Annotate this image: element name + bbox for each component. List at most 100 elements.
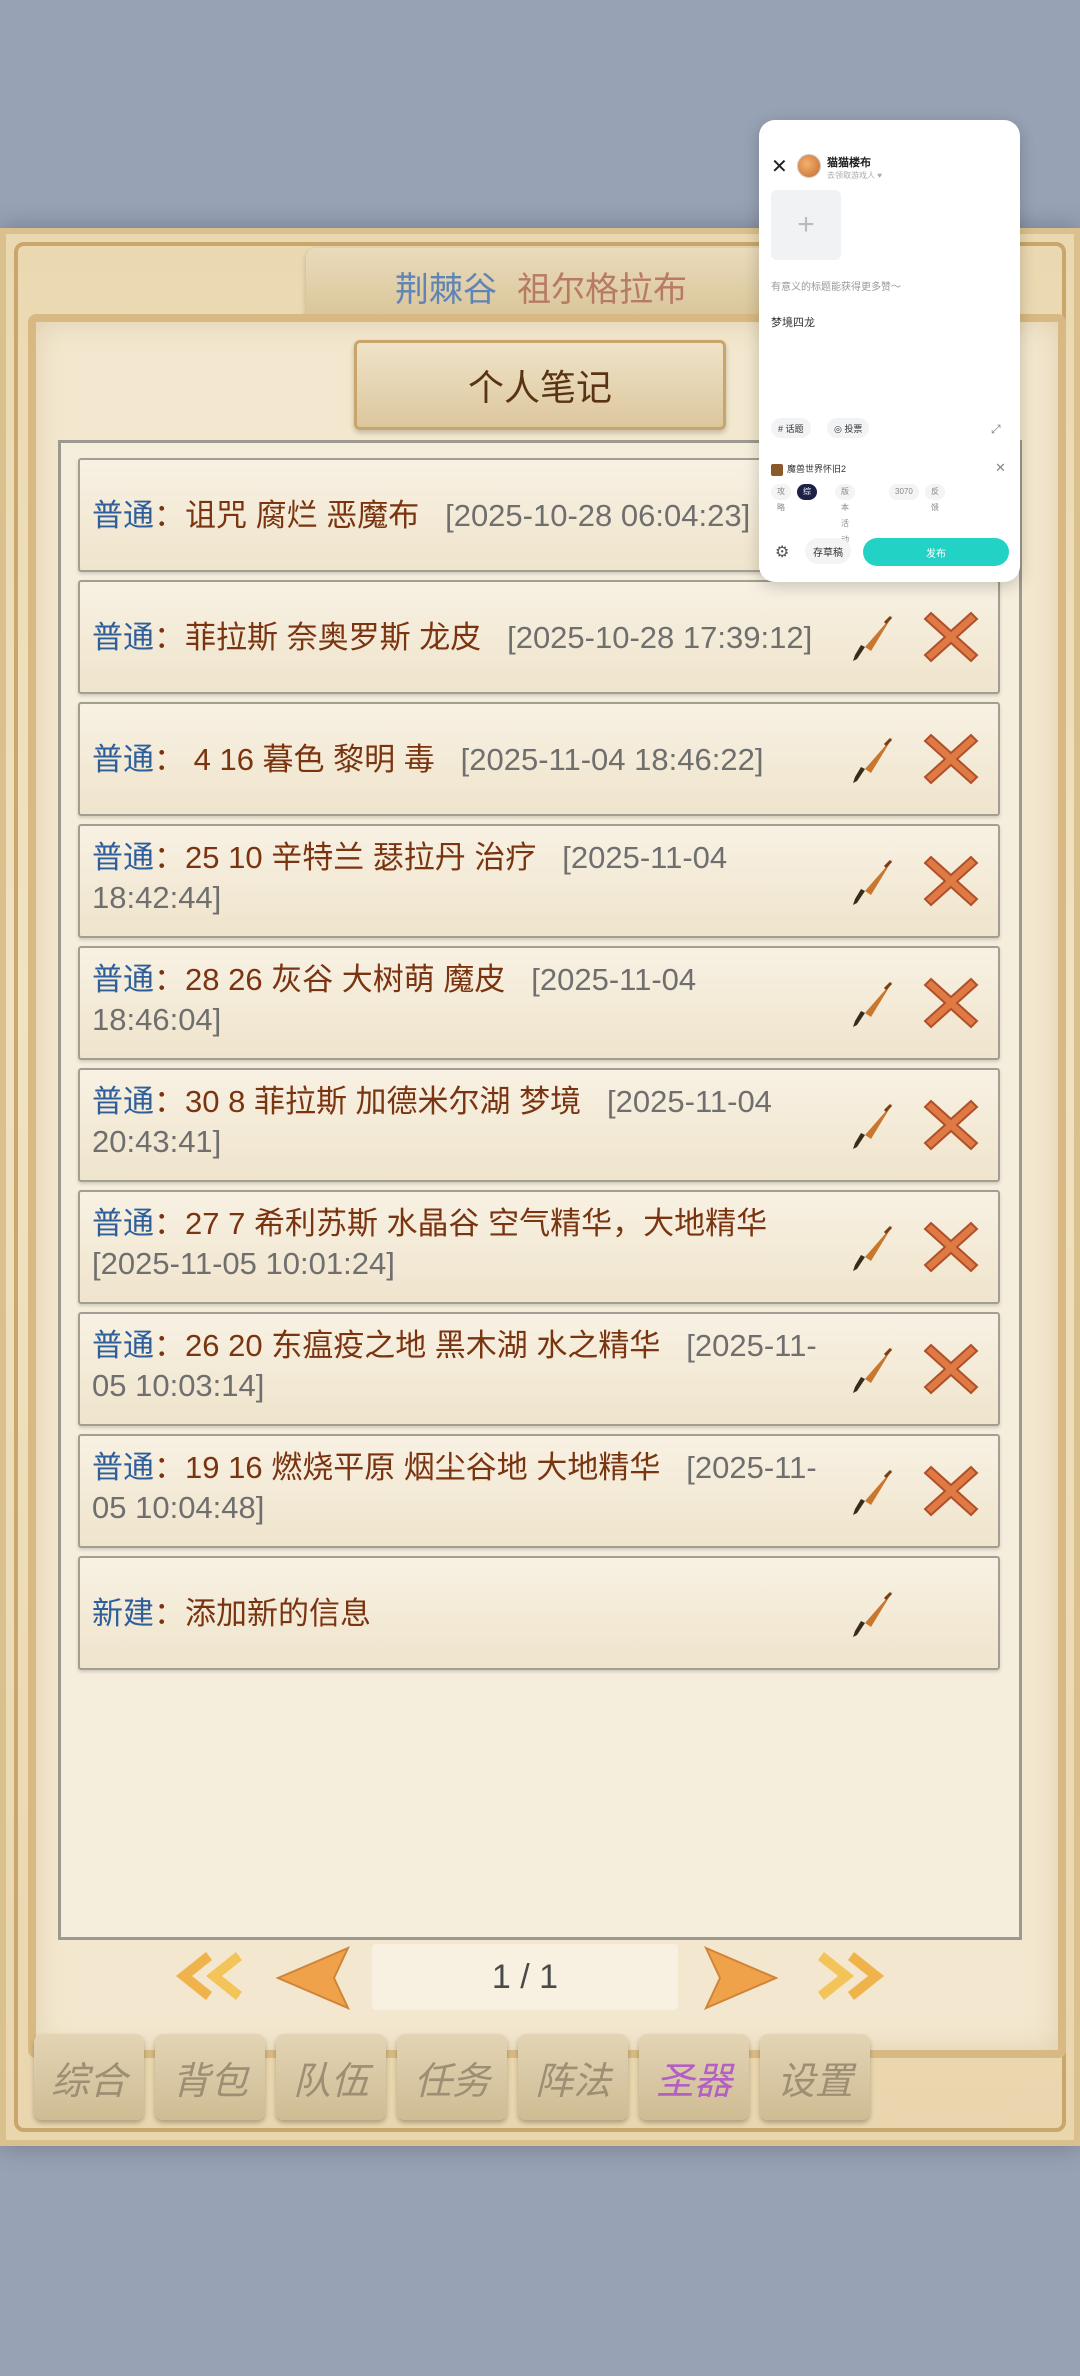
topic-chip[interactable]: # 话题 [771,418,811,438]
note-text: 普通：28 26 灰谷 大树萌 魔皮 [2025-11-04 18:46:04] [92,962,697,1037]
edit-brush-icon[interactable] [842,728,904,790]
tab-quest[interactable]: 任务 [397,2034,507,2120]
vote-chip[interactable]: ◎ 投票 [827,418,870,438]
category-chip[interactable]: 攻略 [771,484,791,512]
note-time: 2025-10-28 17:39:12 [515,620,804,655]
delete-x-icon[interactable] [918,604,984,670]
delete-x-icon[interactable] [918,726,984,792]
note-time: 2025-11-05 10:01:24 [100,1246,387,1281]
gear-icon[interactable]: ⚙ [775,542,789,562]
note-content: 25 10 辛特兰 瑟拉丹 治疗 [185,840,537,875]
add-brush-icon[interactable] [842,1582,904,1644]
first-page-icon[interactable] [166,1946,246,2011]
game-icon [771,463,783,476]
category-chip[interactable]: 反馈 [925,484,945,512]
expand-icon[interactable]: ⤢ [991,422,1001,437]
note-content: 30 8 菲拉斯 加德米尔湖 梦境 [185,1084,582,1119]
tab-formation[interactable]: 阵法 [518,2034,628,2120]
region-header: 荆棘谷 祖尔格拉布 [306,248,776,324]
save-draft-button[interactable]: 存草稿 [805,538,851,564]
region-name-secondary[interactable]: 祖尔格拉布 [517,262,687,311]
note-tag: 普通 [92,962,154,997]
note-tag: 普通 [92,742,154,777]
page-indicator: 1 / 1 [372,1944,678,2010]
category-chip[interactable]: 3070 [889,484,919,500]
note-tag: 普通 [92,498,154,533]
new-note-label: 添加新的信息 [185,1596,371,1631]
note-content: 诅咒 腐烂 恶魔布 [185,498,420,533]
avatar [797,154,821,178]
edit-brush-icon[interactable] [842,1338,904,1400]
new-note-tag: 新建 [92,1596,154,1631]
user-subtitle: 去领取游戏人 ♥ [827,171,882,180]
new-note-text: 新建：添加新的信息 [92,1596,371,1631]
note-text: 普通：30 8 菲拉斯 加德米尔湖 梦境 [2025-11-04 20:43:4… [92,1084,772,1159]
note-row[interactable]: 普通： 4 16 暮色 黎明 毒 [2025-11-04 18:46:22] [78,702,1000,816]
tab-settings[interactable]: 设置 [760,2034,870,2120]
note-text: 普通：19 16 燃烧平原 烟尘谷地 大地精华 [2025-11-05 10:0… [92,1450,817,1525]
note-content: 28 26 灰谷 大树萌 魔皮 [185,962,506,997]
prev-page-icon[interactable] [274,1946,354,2015]
note-text: 普通：25 10 辛特兰 瑟拉丹 治疗 [2025-11-04 18:42:44… [92,840,728,915]
title-input[interactable]: 有意义的标题能获得更多赞～ [771,278,901,293]
note-text: 普通： 4 16 暮色 黎明 毒 [2025-11-04 18:46:22] [92,742,764,777]
edit-brush-icon[interactable] [842,1460,904,1522]
tab-bag[interactable]: 背包 [155,2034,265,2120]
panel-title: 个人笔记 [354,340,726,430]
new-note-row[interactable]: 新建：添加新的信息 [78,1556,1000,1670]
add-image-button[interactable]: + [771,190,841,260]
game-row[interactable]: 魔兽世界怀旧2 [771,462,846,476]
note-row[interactable]: 普通：26 20 东瘟疫之地 黑木湖 水之精华 [2025-11-05 10:0… [78,1312,1000,1426]
note-row[interactable]: 普通：25 10 辛特兰 瑟拉丹 治疗 [2025-11-04 18:42:44… [78,824,1000,938]
tab-overview[interactable]: 综合 [34,2034,144,2120]
edit-brush-icon[interactable] [842,972,904,1034]
publish-button[interactable]: 发布 [863,538,1009,566]
delete-x-icon[interactable] [918,848,984,914]
remove-game-icon[interactable]: ✕ [995,460,1006,476]
note-tag: 普通 [92,1206,154,1241]
edit-brush-icon[interactable] [842,850,904,912]
note-time: 2025-10-28 06:04:23 [453,498,742,533]
note-tag: 普通 [92,1328,154,1363]
note-time: 2025-11-04 18:46:22 [469,742,755,777]
delete-x-icon[interactable] [918,1336,984,1402]
note-row[interactable]: 普通：19 16 燃烧平原 烟尘谷地 大地精华 [2025-11-05 10:0… [78,1434,1000,1548]
next-page-icon[interactable] [700,1946,780,2015]
category-chip[interactable]: 版本活动 [835,484,855,544]
delete-x-icon[interactable] [918,1214,984,1280]
edit-brush-icon[interactable] [842,606,904,668]
delete-x-icon[interactable] [918,970,984,1036]
note-text: 普通：菲拉斯 奈奥罗斯 龙皮 [2025-10-28 17:39:12] [92,620,813,655]
category-chip-selected[interactable]: 综合 [797,484,817,512]
last-page-icon[interactable] [814,1946,894,2011]
note-tag: 普通 [92,840,154,875]
note-text: 普通：诅咒 腐烂 恶魔布 [2025-10-28 06:04:23] [92,498,751,533]
note-tag: 普通 [92,1450,154,1485]
tab-team[interactable]: 队伍 [276,2034,386,2120]
note-tag: 普通 [92,1084,154,1119]
note-content: 4 16 暮色 黎明 毒 [185,742,435,777]
body-input[interactable]: 梦境四龙 [771,314,815,330]
edit-brush-icon[interactable] [842,1216,904,1278]
region-name-primary[interactable]: 荆棘谷 [395,262,497,311]
delete-x-icon[interactable] [918,1458,984,1524]
user-name: 猫猫楼布 [827,157,871,169]
note-row[interactable]: 普通：28 26 灰谷 大树萌 魔皮 [2025-11-04 18:46:04] [78,946,1000,1060]
note-row[interactable]: 普通：27 7 希利苏斯 水晶谷 空气精华，大地精华 [2025-11-05 1… [78,1190,1000,1304]
note-row[interactable]: 普通：菲拉斯 奈奥罗斯 龙皮 [2025-10-28 17:39:12] [78,580,1000,694]
pager: 1 / 1 [150,1940,910,2020]
note-content: 19 16 燃烧平原 烟尘谷地 大地精华 [185,1450,661,1485]
note-text: 普通：26 20 东瘟疫之地 黑木湖 水之精华 [2025-11-05 10:0… [92,1328,817,1403]
close-icon[interactable]: ✕ [771,154,788,179]
post-popup: ✕ 猫猫楼布 去领取游戏人 ♥ + 有意义的标题能获得更多赞～ 梦境四龙 # 话… [759,120,1020,582]
edit-brush-icon[interactable] [842,1094,904,1156]
delete-x-icon[interactable] [918,1092,984,1158]
note-text: 普通：27 7 希利苏斯 水晶谷 空气精华，大地精华 [2025-11-05 1… [92,1206,768,1281]
note-content: 26 20 东瘟疫之地 黑木湖 水之精华 [185,1328,661,1363]
tab-relic[interactable]: 圣器 [639,2034,749,2120]
note-tag: 普通 [92,620,154,655]
note-row[interactable]: 普通：30 8 菲拉斯 加德米尔湖 梦境 [2025-11-04 20:43:4… [78,1068,1000,1182]
game-name: 魔兽世界怀旧2 [787,464,847,474]
note-content: 27 7 希利苏斯 水晶谷 空气精华，大地精华 [185,1206,768,1241]
note-content: 菲拉斯 奈奥罗斯 龙皮 [185,620,482,655]
